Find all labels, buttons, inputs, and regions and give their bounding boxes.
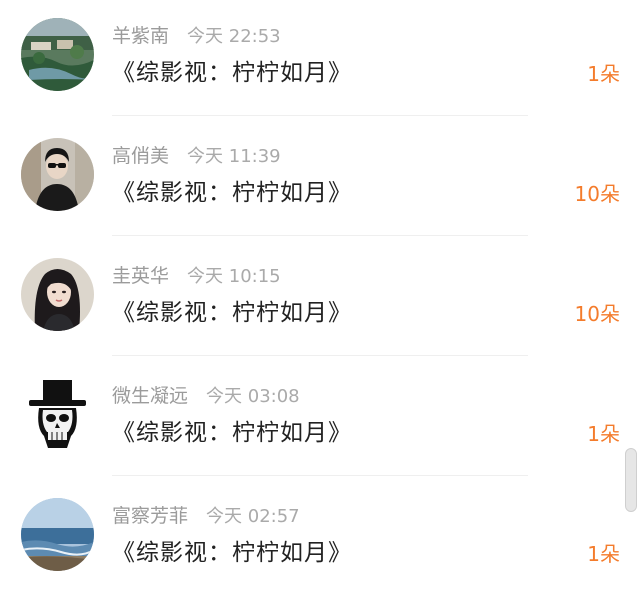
gift-amount: 10朵	[574, 182, 620, 206]
book-title[interactable]: 《综影视：柠柠如月》	[112, 58, 352, 88]
book-title[interactable]: 《综影视：柠柠如月》	[112, 298, 352, 328]
user-meta: 圭英华 今天 10:15	[112, 264, 281, 289]
list-item[interactable]: 高俏美 今天 11:39 《综影视：柠柠如月》 10朵	[0, 120, 640, 240]
user-name[interactable]: 富察芳菲	[112, 505, 188, 527]
avatar[interactable]	[21, 378, 94, 451]
book-title[interactable]: 《综影视：柠柠如月》	[112, 538, 352, 568]
user-name[interactable]: 羊紫南	[112, 25, 169, 47]
seascape-icon	[21, 498, 94, 571]
avatar[interactable]	[21, 138, 94, 211]
avatar[interactable]	[21, 258, 94, 331]
divider	[112, 475, 528, 476]
gift-amount: 1朵	[587, 422, 620, 446]
user-name[interactable]: 高俏美	[112, 145, 169, 167]
user-meta: 微生凝远 今天 03:08	[112, 384, 300, 409]
user-name[interactable]: 微生凝远	[112, 385, 188, 407]
timestamp: 今天 02:57	[206, 506, 300, 527]
timestamp: 今天 03:08	[206, 386, 300, 407]
divider	[112, 235, 528, 236]
list-item[interactable]: 富察芳菲 今天 02:57 《综影视：柠柠如月》 1朵	[0, 480, 640, 598]
book-title[interactable]: 《综影视：柠柠如月》	[112, 178, 352, 208]
divider	[112, 355, 528, 356]
timestamp: 今天 10:15	[187, 266, 281, 287]
scrollbar[interactable]	[625, 448, 637, 512]
list-item[interactable]: 微生凝远 今天 03:08 《综影视：柠柠如月》 1朵	[0, 360, 640, 480]
list-item[interactable]: 羊紫南 今天 22:53 《综影视：柠柠如月》 1朵	[0, 0, 640, 120]
gift-amount: 1朵	[587, 62, 620, 86]
gift-amount: 1朵	[587, 542, 620, 566]
list-item[interactable]: 圭英华 今天 10:15 《综影视：柠柠如月》 10朵	[0, 240, 640, 360]
timestamp: 今天 11:39	[187, 146, 281, 167]
user-meta: 富察芳菲 今天 02:57	[112, 504, 300, 529]
landscape-garden-icon	[21, 18, 94, 91]
user-name[interactable]: 圭英华	[112, 265, 169, 287]
avatar[interactable]	[21, 18, 94, 91]
book-title[interactable]: 《综影视：柠柠如月》	[112, 418, 352, 448]
divider	[112, 115, 528, 116]
person-sunglasses-icon	[21, 138, 94, 211]
skull-top-hat-icon	[21, 378, 94, 451]
gift-amount: 10朵	[574, 302, 620, 326]
gift-list: 羊紫南 今天 22:53 《综影视：柠柠如月》 1朵 高俏美 今天 11:39 《综…	[0, 0, 640, 598]
timestamp: 今天 22:53	[187, 26, 281, 47]
user-meta: 高俏美 今天 11:39	[112, 144, 281, 169]
user-meta: 羊紫南 今天 22:53	[112, 24, 281, 49]
woman-portrait-icon	[21, 258, 94, 331]
avatar[interactable]	[21, 498, 94, 571]
